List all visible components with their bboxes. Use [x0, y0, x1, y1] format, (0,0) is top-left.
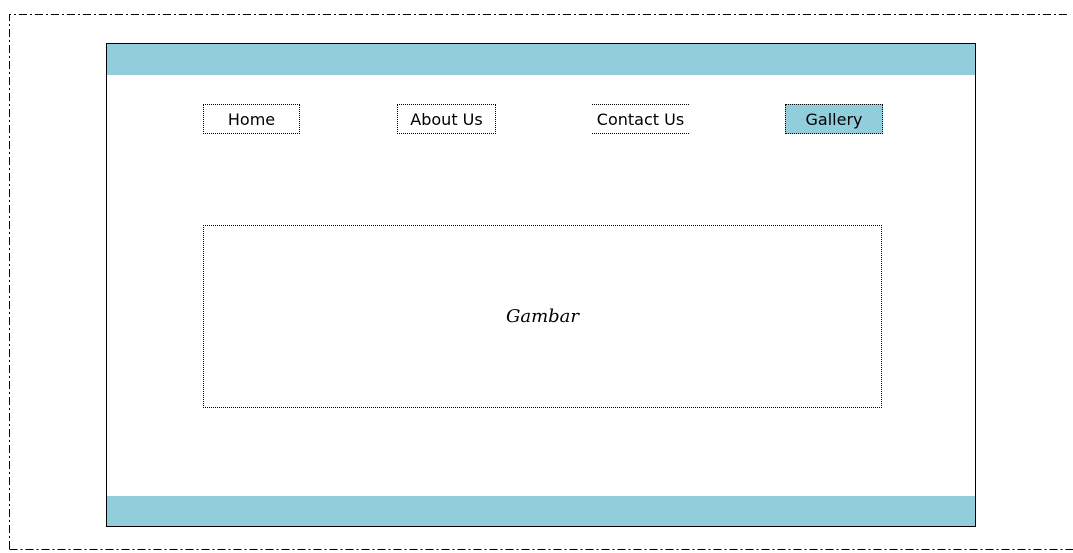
- nav-gallery-label: Gallery: [805, 109, 863, 129]
- nav-contact-us-button[interactable]: Contact Us: [592, 104, 689, 134]
- nav-home-label: Home: [227, 109, 276, 129]
- nav-contact-us-label: Contact Us: [596, 109, 685, 129]
- header-bar: [107, 44, 975, 75]
- nav-gallery-button[interactable]: Gallery: [785, 104, 883, 134]
- website-wireframe: Home About Us Contact Us Gallery Gambar: [106, 43, 976, 527]
- image-placeholder: Gambar: [203, 225, 882, 408]
- image-placeholder-label: Gambar: [505, 306, 580, 327]
- nav-home-button[interactable]: Home: [203, 104, 300, 134]
- nav-about-us-button[interactable]: About Us: [397, 104, 496, 134]
- nav-about-us-label: About Us: [410, 109, 483, 129]
- footer-bar: [107, 496, 975, 526]
